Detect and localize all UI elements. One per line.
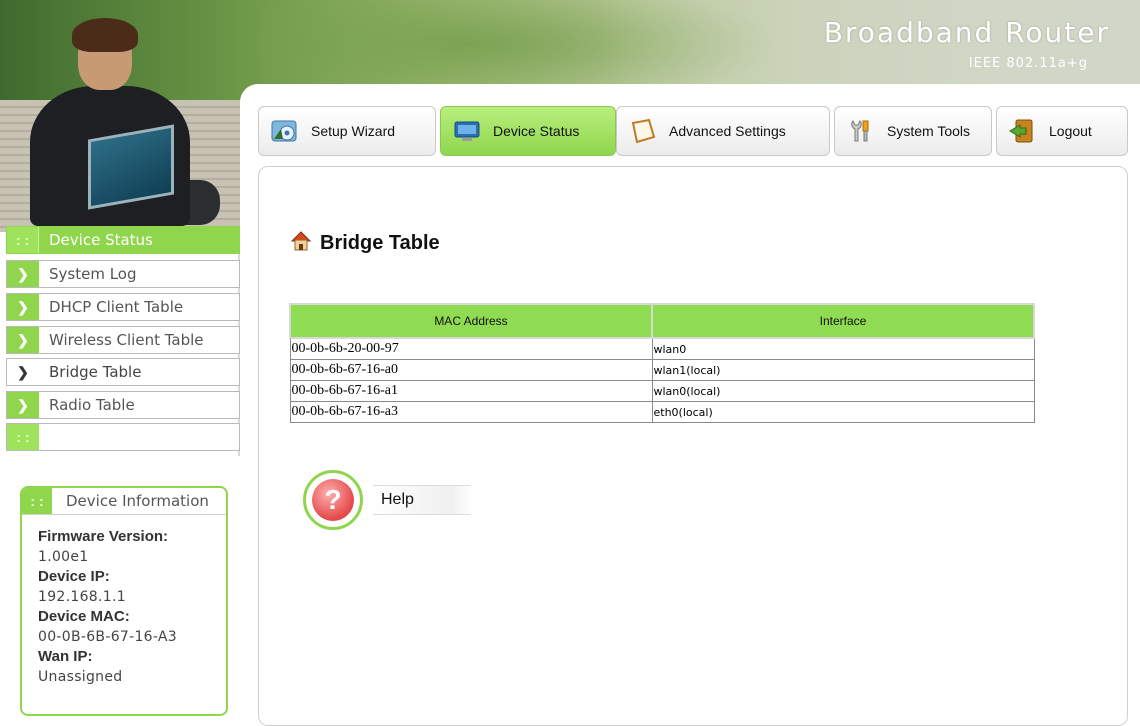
device-information-title: Device Information [66,492,209,510]
interface-cell: wlan1(local) [651,359,1035,381]
mac-cell: 00-0b-6b-67-16-a0 [289,359,653,381]
table-row: 00-0b-6b-20-00-97 wlan0 [289,337,1035,360]
advanced-settings-icon [627,117,659,145]
brand-title: Broadband Router [823,16,1110,49]
table-row: 00-0b-6b-67-16-a1 wlan0(local) [289,380,1035,402]
dots-icon: : : [7,424,39,450]
sidebar-section-label: Device Status [49,231,153,249]
help-button[interactable]: ? Help [303,470,471,530]
tab-logout[interactable]: Logout [996,106,1128,156]
interface-cell: eth0(local) [651,401,1035,423]
sidebar-item-label: Radio Table [49,396,135,414]
device-ip-value: 192.168.1.1 [38,589,126,605]
tab-label: Advanced Settings [669,123,786,139]
firmware-version-label: Firmware Version: [38,528,169,545]
sidebar-item-label: DHCP Client Table [49,298,184,316]
tab-advanced-settings[interactable]: Advanced Settings [616,106,830,156]
device-information-header: : : Device Information [22,488,226,515]
sidebar-item-label: System Log [49,265,137,283]
device-information-panel: : : Device Information Firmware Version:… [20,486,228,716]
sidebar-footer: : : [6,423,240,451]
column-header-mac: MAC Address [289,303,653,339]
tab-label: System Tools [887,123,970,139]
tab-label: Logout [1049,123,1092,139]
dots-icon: : : [22,488,52,514]
tab-setup-wizard[interactable]: Setup Wizard [258,106,436,156]
chevron-right-icon: ❯ [7,261,39,287]
sidebar-item-system-log[interactable]: ❯ System Log [6,260,240,288]
device-ip-label: Device IP: [38,568,110,585]
sidebar-section-device-status: : : Device Status [6,226,240,254]
device-mac-value: 00-0B-6B-67-16-A3 [38,629,178,645]
help-label: Help [373,485,471,515]
sidebar-item-label: Wireless Client Table [49,331,204,349]
wan-ip-value: Unassigned [38,669,123,685]
bridge-table: MAC Address Interface 00-0b-6b-20-00-97 … [289,303,1035,423]
brand-subtitle: IEEE 802.11a+g [968,56,1088,71]
device-status-icon [451,117,483,145]
help-icon: ? [303,470,363,530]
sidebar-item-bridge-table[interactable]: ❯ Bridge Table [6,358,240,386]
firmware-version-value: 1.00e1 [38,549,89,565]
home-icon [290,230,312,257]
dots-icon: : : [7,227,39,253]
sidebar-item-label: Bridge Table [49,363,142,381]
chevron-right-icon: ❯ [7,392,39,418]
chevron-right-icon: ❯ [7,327,39,353]
chevron-right-icon: ❯ [7,359,39,385]
column-header-interface: Interface [651,303,1035,339]
tab-label: Device Status [493,123,580,139]
sidebar-item-radio-table[interactable]: ❯ Radio Table [6,391,240,419]
logout-icon [1007,117,1039,145]
mac-cell: 00-0b-6b-67-16-a1 [289,380,653,402]
chevron-right-icon: ❯ [7,294,39,320]
interface-cell: wlan0(local) [651,380,1035,402]
table-row: 00-0b-6b-67-16-a0 wlan1(local) [289,359,1035,381]
table-header-row: MAC Address Interface [289,303,1035,339]
mac-cell: 00-0b-6b-67-16-a3 [289,401,653,423]
setup-wizard-icon [269,117,301,145]
page-title-text: Bridge Table [320,232,440,254]
table-row: 00-0b-6b-67-16-a3 eth0(local) [289,401,1035,423]
mac-cell: 00-0b-6b-20-00-97 [289,337,653,360]
system-tools-icon [845,117,877,145]
sidebar-item-dhcp-client-table[interactable]: ❯ DHCP Client Table [6,293,240,321]
page-title: Bridge Table [290,230,440,257]
tab-device-status[interactable]: Device Status [440,106,616,156]
tab-system-tools[interactable]: System Tools [834,106,992,156]
interface-cell: wlan0 [651,337,1035,360]
device-mac-label: Device MAC: [38,608,130,625]
wan-ip-label: Wan IP: [38,648,93,665]
tab-label: Setup Wizard [311,123,396,139]
sidebar-item-wireless-client-table[interactable]: ❯ Wireless Client Table [6,326,240,354]
